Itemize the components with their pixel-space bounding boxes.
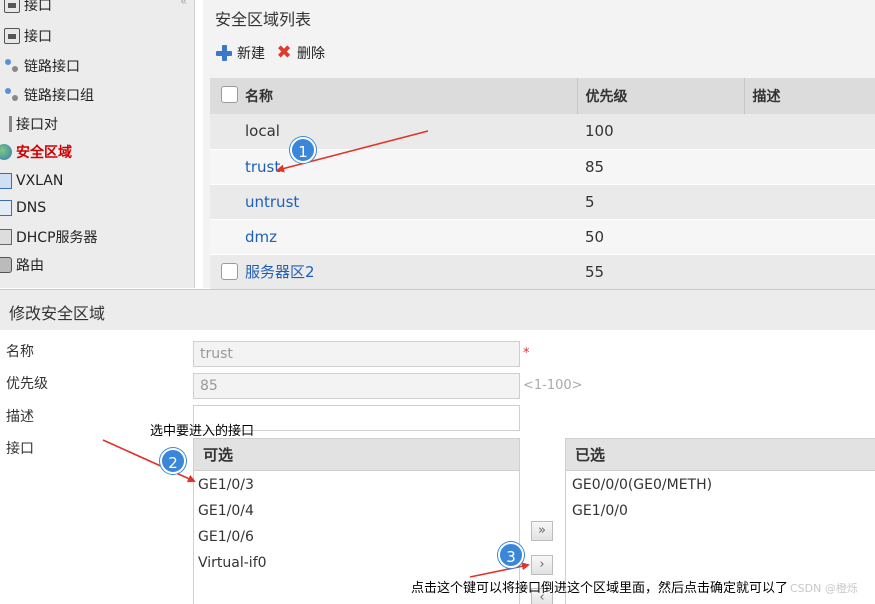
interface-pair-icon	[0, 116, 12, 132]
zone-name-link[interactable]: dmz	[245, 228, 277, 246]
sidebar-item-security-zone[interactable]: 安全区域	[0, 139, 72, 165]
sidebar-item-label: 路由	[16, 258, 44, 274]
column-header-priority[interactable]: 优先级	[577, 78, 745, 114]
sidebar-item-label: 链路接口	[24, 59, 80, 75]
interface-icon	[4, 28, 20, 44]
delete-button-label: 删除	[297, 46, 325, 62]
edit-security-zone-panel: 修改安全区域 名称 * 优先级 <1-100> 描述 接口 可选 GE1/0/3…	[0, 289, 875, 604]
name-label: 名称	[6, 344, 34, 360]
sidebar-item-label: 接口	[24, 29, 52, 45]
move-all-button[interactable]: »	[531, 521, 553, 541]
list-item[interactable]: Virtual-if0	[194, 550, 519, 576]
panel-title: 安全区域列表	[215, 10, 312, 29]
sidebar-item-label: DHCP服务器	[16, 230, 98, 246]
annotation-badge-3: 3	[498, 542, 524, 568]
plus-icon	[215, 44, 233, 62]
zone-name-link[interactable]: untrust	[245, 193, 299, 211]
sidebar-nav: « 接口 接口 链路接口 链路接口组 接口对 安全区域 VXLAN DNS DH…	[0, 0, 195, 288]
new-button[interactable]: 新建	[215, 43, 265, 63]
sidebar-item-link-interface-group[interactable]: 链路接口组	[4, 82, 94, 108]
selected-list-header: 已选	[566, 439, 875, 471]
zone-name-link[interactable]: 服务器区2	[245, 263, 315, 281]
annotation-text-2: 选中要进入的接口	[150, 424, 255, 439]
priority-field[interactable]	[193, 373, 520, 399]
zone-priority: 100	[577, 114, 744, 150]
sidebar-item-interface-top[interactable]: 接口	[4, 0, 52, 18]
delete-button[interactable]: ✖ 删除	[275, 43, 325, 63]
name-field[interactable]	[193, 341, 520, 367]
zone-priority: 50	[577, 219, 744, 255]
dns-icon	[0, 200, 12, 216]
sidebar-item-label: 接口对	[16, 117, 58, 133]
watermark: CSDN @橙烁	[790, 582, 858, 595]
zone-description	[744, 149, 875, 185]
zone-priority: 85	[577, 149, 744, 185]
zone-name: local	[210, 114, 577, 150]
link-interface-icon	[4, 58, 20, 74]
zone-name-link[interactable]: trust	[245, 158, 280, 176]
collapse-icon[interactable]: «	[180, 0, 187, 8]
list-item[interactable]: GE1/0/4	[194, 498, 519, 524]
edit-panel-title: 修改安全区域	[9, 304, 106, 323]
zone-description	[744, 254, 875, 290]
priority-label: 优先级	[6, 376, 48, 392]
sidebar-item-label: VXLAN	[16, 173, 64, 189]
toolbar: 新建 ✖ 删除	[215, 43, 325, 63]
row-checkbox[interactable]	[221, 262, 238, 280]
annotation-badge-2: 2	[160, 448, 186, 474]
available-list-header: 可选	[194, 439, 519, 471]
sidebar-item-route[interactable]: 路由	[0, 252, 44, 278]
sidebar-item-link-interface[interactable]: 链路接口	[4, 53, 80, 79]
security-zone-icon	[0, 144, 12, 160]
vxlan-icon	[0, 173, 12, 189]
description-label: 描述	[6, 409, 34, 425]
delete-icon: ✖	[276, 42, 292, 63]
required-mark: *	[523, 346, 530, 361]
column-header-label: 名称	[245, 89, 273, 105]
zone-description	[744, 219, 875, 255]
interface-icon	[4, 0, 20, 13]
table-row[interactable]: dmz 50	[210, 219, 875, 255]
sidebar-item-dns[interactable]: DNS	[0, 195, 46, 221]
column-header-name[interactable]: 名称	[210, 78, 578, 114]
sidebar-item-vxlan[interactable]: VXLAN	[0, 168, 63, 194]
sidebar-item-dhcp-server[interactable]: DHCP服务器	[0, 224, 98, 250]
table-row[interactable]: untrust 5	[210, 184, 875, 220]
sidebar-item-interface[interactable]: 接口	[4, 23, 52, 49]
edit-panel-header: 修改安全区域	[0, 290, 875, 330]
interface-label: 接口	[6, 441, 34, 457]
new-button-label: 新建	[237, 46, 265, 62]
list-item[interactable]: GE1/0/6	[194, 524, 519, 550]
list-item[interactable]: GE1/0/0	[566, 498, 875, 524]
sidebar-item-label: 接口	[24, 0, 52, 14]
zone-table: 名称 优先级 描述 local 100 trust 85 untrust 5 d…	[210, 78, 875, 290]
list-item[interactable]: GE0/0/0(GE0/METH)	[566, 472, 875, 498]
route-icon	[0, 257, 12, 273]
sidebar-item-label: 安全区域	[16, 145, 72, 161]
sidebar-item-label: 链路接口组	[24, 88, 94, 104]
link-interface-group-icon	[4, 87, 20, 103]
table-row[interactable]: 服务器区2 55	[210, 254, 875, 290]
column-header-description[interactable]: 描述	[744, 78, 875, 114]
move-right-button[interactable]: ›	[531, 555, 553, 575]
annotation-badge-1: 1	[290, 137, 316, 163]
list-item[interactable]: GE1/0/3	[194, 472, 519, 498]
zone-priority: 5	[577, 184, 744, 220]
select-all-checkbox[interactable]	[221, 86, 238, 103]
zone-priority: 55	[577, 254, 744, 290]
annotation-text-3: 点击这个键可以将接口倒进这个区域里面，然后点击确定就可以了	[411, 581, 789, 596]
zone-description	[744, 114, 875, 150]
zone-description	[744, 184, 875, 220]
sidebar-item-label: DNS	[16, 200, 47, 216]
priority-range-hint: <1-100>	[523, 378, 583, 393]
dhcp-server-icon	[0, 229, 12, 245]
sidebar-item-interface-pair[interactable]: 接口对	[0, 111, 58, 137]
table-header-row: 名称 优先级 描述	[210, 78, 875, 114]
